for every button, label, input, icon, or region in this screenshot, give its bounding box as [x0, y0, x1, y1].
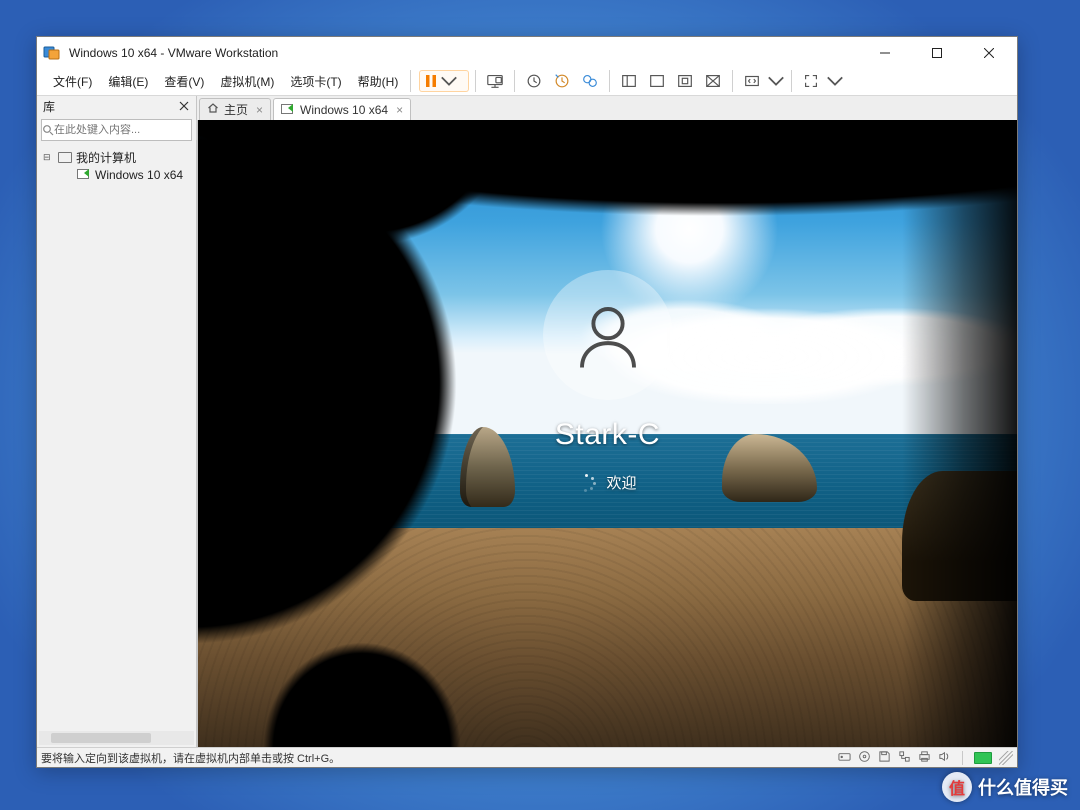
- sidebar-close-icon[interactable]: [176, 98, 192, 114]
- sidebar-search[interactable]: ▾: [41, 119, 192, 141]
- tab-home-label: 主页: [224, 101, 248, 118]
- login-panel: Stark-C 欢迎: [198, 270, 1017, 493]
- statusbar: 要将输入定向到该虚拟机，请在虚拟机内部单击或按 Ctrl+G。: [37, 747, 1017, 767]
- view-fullscreen-icon[interactable]: [672, 69, 698, 93]
- tree-item-label: Windows 10 x64: [95, 168, 183, 182]
- menu-edit[interactable]: 编辑(E): [100, 69, 156, 94]
- username-label: Stark-C: [555, 418, 660, 452]
- sound-icon[interactable]: [938, 750, 951, 766]
- tabstrip: 主页 × Windows 10 x64 ×: [197, 96, 1017, 120]
- status-message: 要将输入定向到该虚拟机，请在虚拟机内部单击或按 Ctrl+G。: [41, 750, 838, 766]
- toolbar: [415, 69, 848, 93]
- cd-icon[interactable]: [858, 750, 871, 766]
- tree-root-my-computer[interactable]: ⊟ 我的计算机: [37, 148, 196, 166]
- loading-spinner-icon: [578, 474, 596, 492]
- view-unity-icon[interactable]: [700, 69, 726, 93]
- menubar: 文件(F) 编辑(E) 查看(V) 虚拟机(M) 选项卡(T) 帮助(H): [37, 68, 1017, 95]
- network-icon[interactable]: [898, 750, 911, 766]
- welcome-label: 欢迎: [606, 472, 636, 493]
- tab-vm-label: Windows 10 x64: [300, 103, 388, 117]
- status-device-icons: [838, 750, 1013, 766]
- search-icon: [42, 124, 54, 136]
- view-single-icon[interactable]: [616, 69, 642, 93]
- tree-root-label: 我的计算机: [76, 149, 136, 166]
- snapshot-manage-icon[interactable]: [577, 69, 603, 93]
- home-icon: [207, 102, 219, 117]
- minimize-button[interactable]: [863, 37, 907, 68]
- titlebar[interactable]: Windows 10 x64 - VMware Workstation: [37, 37, 1017, 68]
- harddisk-icon[interactable]: [838, 750, 851, 766]
- menu-tabs[interactable]: 选项卡(T): [282, 69, 349, 94]
- snapshot-take-icon[interactable]: [521, 69, 547, 93]
- chevron-down-icon[interactable]: [826, 72, 844, 90]
- vm-running-icon: [77, 169, 91, 181]
- tab-close-icon[interactable]: ×: [393, 103, 403, 117]
- tab-home[interactable]: 主页 ×: [199, 98, 271, 120]
- vmware-app-icon: [43, 44, 61, 62]
- vm-running-icon: [281, 104, 295, 116]
- search-input[interactable]: [54, 124, 196, 136]
- sidebar-title: 库: [43, 98, 55, 115]
- watermark-text: 什么值得买: [978, 774, 1068, 800]
- view-console-icon[interactable]: [644, 69, 670, 93]
- power-pause-group[interactable]: [419, 70, 469, 92]
- tab-vm[interactable]: Windows 10 x64 ×: [273, 98, 411, 120]
- computer-icon: [58, 152, 72, 163]
- vmware-window: Windows 10 x64 - VMware Workstation 文件(F…: [36, 36, 1018, 768]
- close-button[interactable]: [967, 37, 1011, 68]
- floppy-icon[interactable]: [878, 750, 891, 766]
- enter-fullscreen-icon[interactable]: [798, 69, 824, 93]
- sidebar-hscrollbar[interactable]: [39, 731, 194, 745]
- window-title: Windows 10 x64 - VMware Workstation: [69, 46, 855, 60]
- separator: [410, 70, 411, 92]
- menu-file[interactable]: 文件(F): [45, 69, 100, 94]
- user-avatar-icon: [543, 270, 673, 400]
- printer-icon[interactable]: [918, 750, 931, 766]
- vm-activity-led: [974, 752, 992, 764]
- host-desktop: Windows 10 x64 - VMware Workstation 文件(F…: [0, 0, 1080, 810]
- tab-close-icon[interactable]: ×: [253, 103, 263, 117]
- menu-vm[interactable]: 虚拟机(M): [212, 69, 282, 94]
- tree-item-vm[interactable]: Windows 10 x64: [37, 166, 196, 184]
- collapse-icon[interactable]: ⊟: [43, 152, 54, 163]
- chevron-down-icon[interactable]: [767, 72, 785, 90]
- send-ctrl-alt-del-icon[interactable]: [482, 69, 508, 93]
- menu-help[interactable]: 帮助(H): [350, 69, 407, 94]
- stretch-guest-icon[interactable]: [739, 69, 765, 93]
- watermark: 值 什么值得买: [942, 772, 1068, 802]
- maximize-button[interactable]: [915, 37, 959, 68]
- resize-grip-icon[interactable]: [999, 751, 1013, 765]
- snapshot-revert-icon[interactable]: [549, 69, 575, 93]
- vm-tree: ⊟ 我的计算机 Windows 10 x64: [37, 144, 196, 731]
- content-area: 主页 × Windows 10 x64 ×: [197, 96, 1017, 747]
- menu-view[interactable]: 查看(V): [156, 69, 212, 94]
- watermark-badge: 值: [942, 772, 972, 802]
- library-sidebar: 库 ▾ ⊟ 我的计算机 Windows 10 x64: [37, 96, 197, 747]
- guest-display[interactable]: Stark-C 欢迎: [197, 120, 1017, 747]
